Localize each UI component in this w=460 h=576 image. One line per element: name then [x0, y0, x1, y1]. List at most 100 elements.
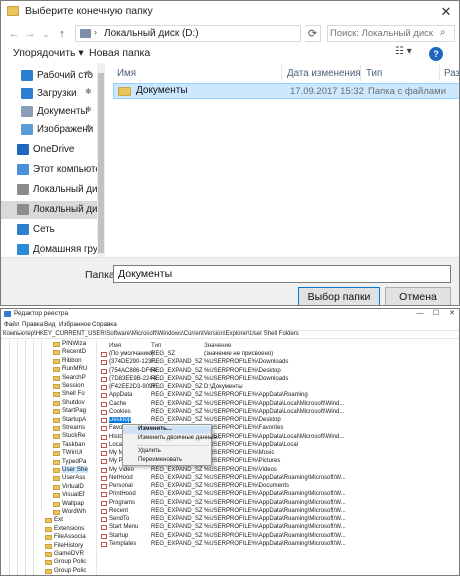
registry-value-row[interactable]: (По умолчанию) REG_SZ (значение не присвое…	[98, 351, 459, 359]
registry-value-row[interactable]: Cache REG_EXPAND_SZ %USERPROFILE%\AppData\…	[98, 401, 459, 409]
column-divider[interactable]	[360, 65, 361, 81]
sidebar-item[interactable]: OneDrive	[1, 141, 101, 159]
sidebar-item[interactable]: Загрузки ✱	[1, 85, 101, 103]
column-divider[interactable]	[439, 65, 440, 81]
menu-favorites[interactable]: Избранное	[59, 321, 91, 328]
up-arrow-icon[interactable]: ↑	[55, 26, 69, 42]
registry-value-row[interactable]: Programs REG_EXPAND_SZ %USERPROFILE%\AppDa…	[98, 500, 459, 508]
maximize-icon[interactable]: ☐	[429, 309, 443, 319]
file-date: 17.09.2017 15:32	[290, 86, 364, 97]
organize-button[interactable]: Упорядочить ▾	[13, 47, 84, 59]
pin-icon: ✱	[85, 69, 92, 78]
registry-value-row[interactable]: Recent REG_EXPAND_SZ %USERPROFILE%\AppData…	[98, 507, 459, 516]
string-value-icon	[101, 401, 107, 407]
registry-value-row[interactable]: PrintHood REG_EXPAND_SZ %USERPROFILE%\AppD…	[98, 491, 459, 499]
file-row[interactable]: Документы 17.09.2017 15:32 Папка с файла…	[113, 83, 459, 99]
sidebar-item[interactable]: Рабочий сто ✱	[1, 67, 101, 85]
tree-node-label: TWinUI	[62, 449, 83, 457]
sidebar-item[interactable]: Домашняя групп	[1, 241, 105, 257]
registry-value-row[interactable]: AppData REG_EXPAND_SZ %USERPROFILE%\AppDat…	[98, 392, 459, 400]
registry-value-row[interactable]: Start Menu REG_EXPAND_SZ %USERPROFILE%\App…	[98, 524, 459, 532]
nav-scrollbar[interactable]	[97, 63, 105, 257]
scrollbar-thumb[interactable]	[98, 73, 104, 253]
regedit-title: Редактор реестра	[14, 310, 69, 317]
context-menu-item[interactable]: Изменить двоичные данные...	[123, 435, 222, 443]
view-options-icon[interactable]: ☷ ▾	[395, 46, 412, 57]
menu-edit[interactable]: Правка	[22, 321, 43, 328]
context-menu-item[interactable]: Изменить...	[123, 426, 211, 434]
registry-value-row[interactable]: Templates REG_EXPAND_SZ %USERPROFILE%\AppD…	[98, 541, 459, 549]
tree-node-label: FileHistory	[54, 541, 84, 549]
context-menu-item[interactable]: Переименовать	[123, 457, 211, 465]
column-header-name[interactable]: Имя	[109, 342, 121, 349]
registry-value-row[interactable]: Cookies REG_EXPAND_SZ %USERPROFILE%\AppDat…	[98, 409, 459, 417]
refresh-icon[interactable]: ⟳	[305, 25, 321, 42]
sidebar-item[interactable]: Этот компьютер	[1, 161, 105, 179]
tree-node-label: SearchP	[62, 373, 86, 381]
folder-icon	[45, 568, 52, 574]
value-name: PrintHood	[109, 491, 136, 498]
value-type: REG_SZ	[151, 351, 176, 357]
menu-file[interactable]: Файл	[4, 321, 19, 328]
menu-help[interactable]: Справка	[92, 321, 117, 328]
registry-value-row[interactable]: Startup REG_EXPAND_SZ %USERPROFILE%\AppDat…	[98, 533, 459, 541]
string-value-icon	[101, 409, 107, 415]
value-type: REG_EXPAND_SZ	[151, 417, 203, 423]
help-icon[interactable]: ?	[429, 47, 443, 61]
cancel-button[interactable]: Отмена	[385, 287, 451, 305]
registry-value-row[interactable]: NetHood REG_EXPAND_SZ %USERPROFILE%\AppDat…	[98, 475, 459, 483]
new-folder-button[interactable]: Новая папка	[89, 47, 150, 59]
column-header-type[interactable]: Тип	[151, 342, 161, 349]
search-input[interactable]	[330, 27, 434, 40]
pin-icon: ✱	[85, 123, 92, 132]
column-header-size[interactable]: Разм	[444, 68, 459, 79]
registry-path-bar[interactable]: Компьютер\HKEY_CURRENT_USER\Software\Mic…	[1, 330, 459, 339]
close-icon[interactable]: ✕	[437, 3, 455, 21]
back-arrow-icon[interactable]: ←	[7, 26, 21, 42]
column-header-name[interactable]: Имя	[117, 68, 136, 79]
tree-node-label: Wallpap	[62, 499, 85, 507]
registry-value-row[interactable]: {374DE290-123F... REG_EXPAND_SZ %USERPROFI…	[98, 359, 459, 367]
folder-name-field[interactable]: Документы	[113, 265, 451, 283]
registry-value-row[interactable]: SendTo REG_EXPAND_SZ %USERPROFILE%\AppData…	[98, 516, 459, 524]
registry-value-row[interactable]: My Video REG_EXPAND_SZ %USERPROFILE%\Video…	[98, 467, 459, 475]
folder-icon	[118, 87, 131, 96]
value-type: REG_EXPAND_SZ	[151, 359, 203, 366]
folder-icon	[53, 459, 60, 465]
minimize-icon[interactable]: —	[413, 309, 427, 319]
tree-node-label: Group Polic	[54, 566, 87, 574]
folder-icon	[45, 552, 52, 557]
dialog-titlebar: Выберите конечную папку ✕	[1, 1, 459, 23]
registry-value-row[interactable]: {F42EE2D3-909F... REG_EXPAND_SZ D:\Докумен…	[98, 384, 459, 392]
column-header-type[interactable]: Тип	[366, 68, 382, 79]
registry-value-row[interactable]: {754AC886-DF64... REG_EXPAND_SZ %USERPROFI…	[98, 368, 459, 376]
recent-locations-icon[interactable]: ⌄	[39, 26, 53, 42]
context-menu-label: Изменить двоичные данные...	[138, 434, 222, 441]
column-header-value[interactable]: Значение	[204, 342, 231, 349]
breadcrumb[interactable]: Локальный диск (D:)	[104, 28, 199, 39]
sidebar-item[interactable]: Локальный диск	[1, 181, 105, 199]
downloads-icon	[21, 88, 33, 99]
value-type: REG_EXPAND_SZ	[151, 384, 203, 390]
sidebar-item[interactable]: Документы ✱	[1, 103, 101, 121]
sidebar-item[interactable]: Сеть	[1, 221, 101, 239]
column-header-date[interactable]: Дата изменения	[287, 68, 361, 79]
value-data: %USERPROFILE%\AppData\Roaming\Microsoft\…	[204, 524, 346, 531]
value-name: Recent	[109, 507, 129, 514]
registry-value-row[interactable]: {7D83EE9B-2244... REG_EXPAND_SZ %USERPROFI…	[98, 376, 459, 384]
menu-view[interactable]: Вид	[44, 321, 55, 328]
registry-value-row[interactable]: Personal REG_EXPAND_SZ %USERPROFILE%\Docum…	[98, 483, 459, 491]
sidebar-item[interactable]: Локальный диск	[1, 201, 105, 219]
forward-arrow-icon[interactable]: →	[23, 26, 37, 42]
address-bar[interactable]: › Локальный диск (D:) ⌄	[75, 25, 369, 42]
sidebar-item[interactable]: Изображени ✱	[1, 121, 101, 139]
select-folder-button[interactable]: Выбор папки	[298, 287, 380, 305]
dialog-title: Выберите конечную папку	[25, 5, 153, 17]
search-icon[interactable]: ⌕	[440, 27, 446, 38]
context-menu-item[interactable]: Удалить	[123, 448, 211, 456]
string-value-icon	[101, 434, 107, 440]
column-divider[interactable]	[281, 65, 282, 81]
close-icon[interactable]: ✕	[445, 309, 459, 319]
tree-node-label: PINWiza	[62, 340, 87, 347]
file-name: Документы	[136, 85, 188, 96]
